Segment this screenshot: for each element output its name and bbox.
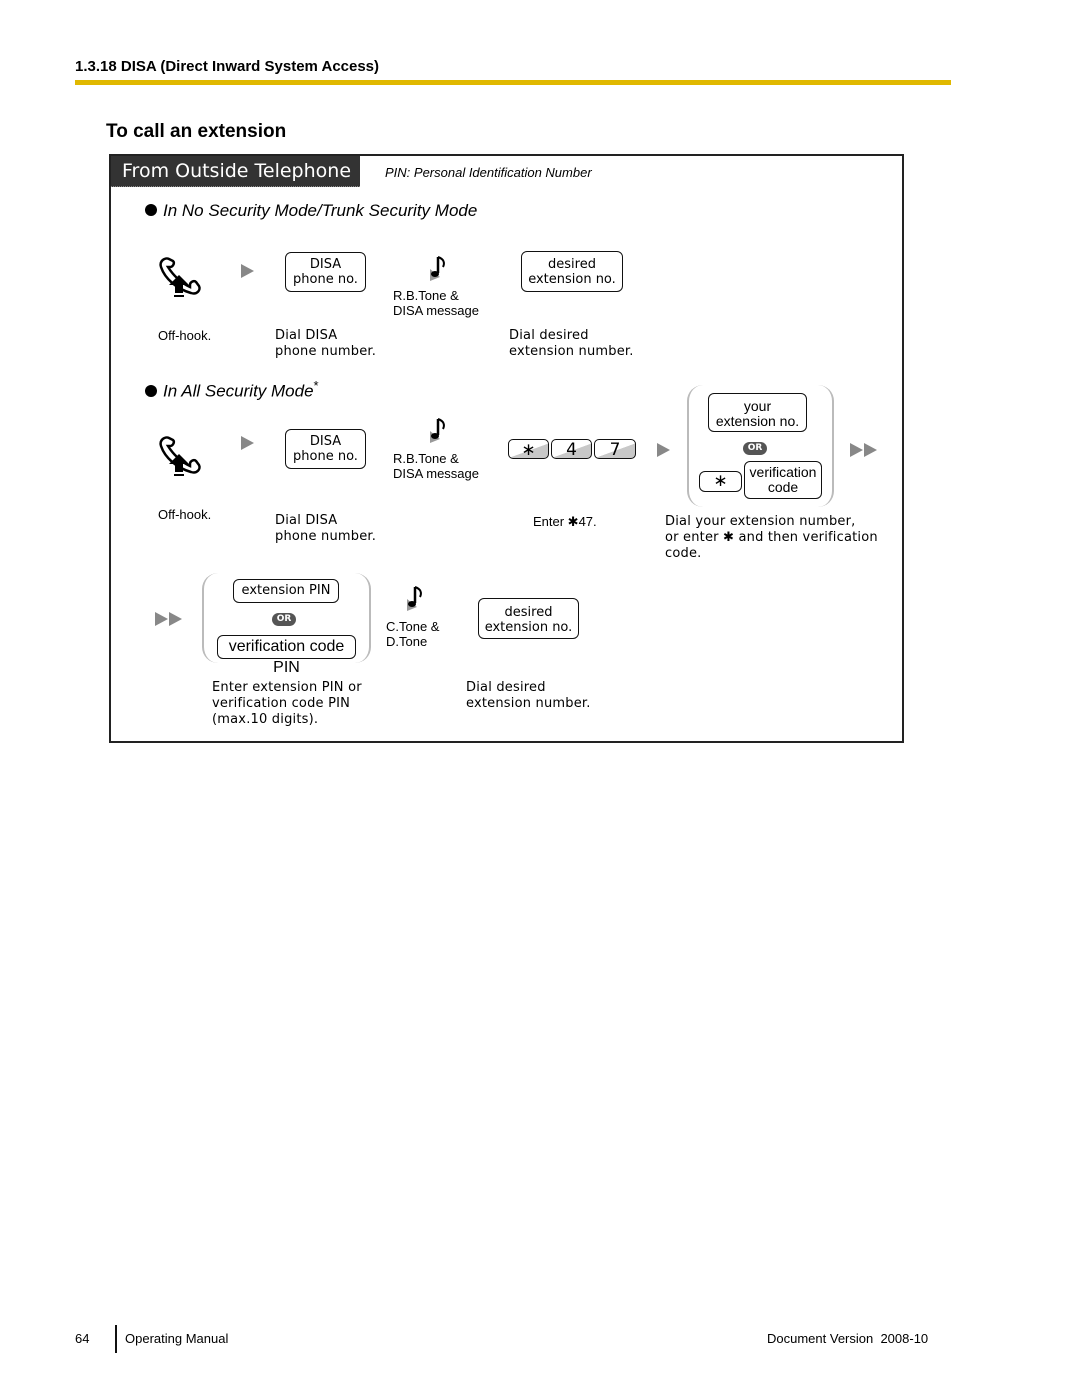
- pin-note: PIN: Personal Identification Number: [385, 165, 592, 180]
- caption-line: extension number.: [466, 696, 591, 711]
- footnote-mark: *: [313, 378, 319, 393]
- next-arrow-icon: [657, 443, 670, 457]
- key-line: verification: [749, 464, 817, 480]
- tone-caption: R.B.Tone & DISA message: [393, 451, 479, 481]
- pin-caption: Enter extension PIN or verification code…: [212, 680, 362, 728]
- group-paren-left: [202, 573, 218, 663]
- desired-extension-key: desired extension no.: [521, 251, 623, 292]
- heading-text: In All Security Mode: [163, 381, 314, 401]
- offhook-caption: Off-hook.: [158, 328, 212, 343]
- caption-line: Dial DISA: [275, 328, 338, 343]
- caption-line: Dial desired: [466, 680, 546, 695]
- next-arrow-icon: [241, 264, 254, 278]
- caption-line: phone number.: [275, 344, 377, 359]
- key-line: your: [743, 398, 772, 414]
- key-line: DISA: [309, 434, 342, 449]
- section-title: 1.3.18 DISA (Direct Inward System Access…: [75, 58, 380, 75]
- heading-text: In No Security Mode/Trunk Security Mode: [163, 201, 478, 220]
- caption-line: R.B.Tone &: [393, 288, 459, 303]
- continue-arrow-icon: [155, 612, 182, 626]
- caption-line: R.B.Tone &: [393, 451, 459, 466]
- dial-extension-caption: Dial desired extension number.: [466, 680, 591, 712]
- caption-line: phone number.: [275, 529, 377, 544]
- dial-disa-caption: Dial DISA phone number.: [275, 328, 376, 360]
- your-extension-key: your extension no.: [708, 393, 807, 432]
- offhook-caption: Off-hook.: [158, 507, 212, 522]
- panel-tab: From Outside Telephone: [111, 156, 360, 187]
- key-line: code: [767, 479, 799, 495]
- caption-line: DISA message: [393, 466, 479, 481]
- disa-phone-key: DISA phone no.: [285, 252, 366, 292]
- next-arrow-icon: [241, 436, 254, 450]
- music-note-icon: [407, 586, 422, 611]
- page-number: 64: [75, 1331, 90, 1346]
- verification-code-key: verification code: [744, 461, 822, 499]
- caption-line: code.: [665, 546, 702, 561]
- key-line: extension no.: [715, 413, 800, 429]
- caption-line: Enter extension PIN or: [212, 680, 362, 695]
- document-version: Document Version 2008-10: [767, 1331, 929, 1346]
- star-key: ∗: [699, 471, 742, 492]
- bullet-icon: [145, 204, 157, 216]
- caption-line: verification code PIN: [212, 696, 351, 711]
- verification-code-pin-key: verification code PIN: [217, 635, 356, 676]
- caption-line: C.Tone &: [386, 619, 440, 634]
- key-line: desired: [504, 605, 553, 620]
- key-line: DISA: [309, 257, 342, 272]
- footer-divider: [115, 1325, 117, 1353]
- choice-caption: Dial your extension number, or enter ✱ a…: [665, 514, 878, 562]
- tone-caption: R.B.Tone & DISA message: [393, 288, 479, 318]
- group-paren-right: [355, 573, 371, 663]
- music-note-icon: [430, 256, 445, 281]
- continue-arrow-icon: [850, 443, 877, 457]
- or-badge: OR: [743, 442, 767, 455]
- key-line: extension no.: [484, 620, 573, 635]
- caption-line: or enter ✱ and then verification: [665, 530, 878, 545]
- dial-key-4: 4: [551, 439, 592, 460]
- dial-key-star: ∗: [508, 439, 549, 460]
- key-line: extension no.: [528, 272, 616, 287]
- key-line: desired: [548, 257, 596, 272]
- all-security-heading: In All Security Mode*: [145, 378, 319, 402]
- music-note-icon: [430, 418, 445, 443]
- dial-extension-caption: Dial desired extension number.: [509, 328, 634, 360]
- no-security-heading: In No Security Mode/Trunk Security Mode: [145, 201, 477, 221]
- or-badge: OR: [272, 613, 296, 626]
- handset-offhook-icon: [159, 436, 201, 476]
- key-line: phone no.: [293, 272, 358, 287]
- caption-line: Dial your extension number,: [665, 514, 856, 529]
- handset-offhook-icon: [159, 257, 201, 297]
- page-subtitle: To call an extension: [106, 121, 287, 142]
- caption-line: Dial desired: [509, 328, 589, 343]
- manual-title: Operating Manual: [125, 1331, 229, 1346]
- desired-extension-key: desired extension no.: [478, 598, 579, 639]
- dial-key-7: 7: [594, 439, 636, 460]
- dial-disa-caption: Dial DISA phone number.: [275, 513, 376, 545]
- caption-line: extension number.: [509, 344, 634, 359]
- extension-pin-key: extension PIN: [233, 579, 339, 603]
- caption-line: (max.10 digits).: [212, 712, 319, 727]
- caption-line: DISA message: [393, 303, 479, 318]
- disa-phone-key: DISA phone no.: [285, 429, 366, 469]
- key-line: phone no.: [293, 449, 358, 464]
- tone-caption: C.Tone & D.Tone: [386, 619, 439, 649]
- caption-line: Dial DISA: [275, 513, 338, 528]
- header-rule: [75, 80, 951, 85]
- bullet-icon: [145, 384, 157, 397]
- caption-line: D.Tone: [386, 634, 428, 649]
- enter-code-caption: Enter ✱47.: [533, 514, 597, 529]
